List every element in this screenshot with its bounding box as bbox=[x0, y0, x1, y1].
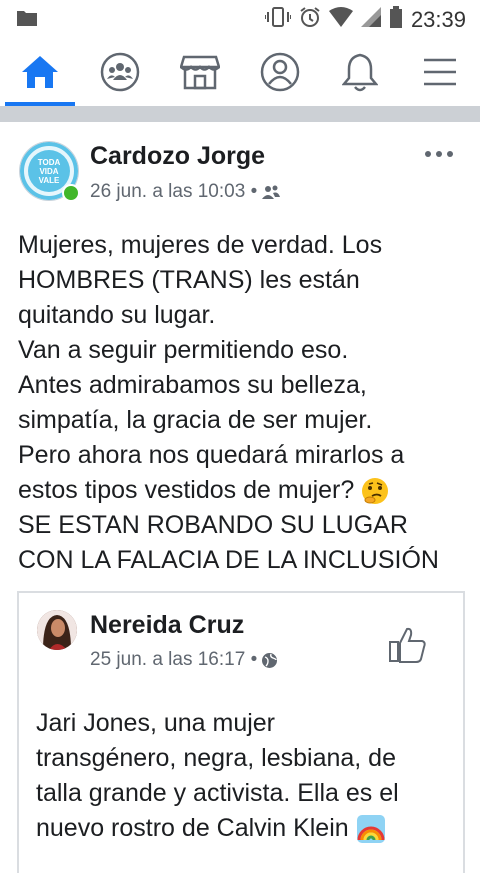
post-text-line: HOMBRES (TRANS) les están bbox=[18, 266, 360, 294]
post-text-line: estos tipos vestidos de mujer? bbox=[18, 473, 468, 508]
post-text-line: Van a seguir permitiendo eso. bbox=[18, 336, 349, 364]
shared-post-author[interactable]: Nereida Cruz bbox=[90, 611, 244, 640]
status-time: 23:39 bbox=[410, 6, 466, 32]
avatar-text-line: VIDA bbox=[39, 167, 58, 176]
shared-text-line: talla grande y activista. Ella es el bbox=[36, 779, 399, 807]
post-text-line: Mujeres, mujeres de verdad. Los bbox=[18, 231, 383, 259]
shared-text-line-content: nuevo rostro de Calvin Klein bbox=[36, 814, 349, 842]
post-text-line: quitando su lugar. bbox=[18, 301, 216, 329]
nav-menu[interactable] bbox=[400, 38, 480, 106]
post-text: Mujeres, mujeres de verdad. Los HOMBRES … bbox=[18, 228, 468, 578]
nav-marketplace[interactable] bbox=[160, 38, 240, 106]
status-bar: 23:39 bbox=[0, 0, 480, 38]
menu-icon bbox=[424, 58, 456, 86]
post-text-line: CON LA FALACIA DE LA INCLUSIÓN bbox=[18, 546, 439, 574]
shared-post-timestamp[interactable]: 25 jun. a las 16:17 • bbox=[90, 649, 257, 671]
wifi-icon bbox=[328, 7, 353, 32]
nav-groups[interactable] bbox=[80, 38, 160, 106]
marketplace-icon bbox=[180, 55, 220, 90]
shared-post-meta: 25 jun. a las 16:17 • bbox=[90, 649, 278, 671]
friends-audience-icon bbox=[262, 185, 281, 199]
post-timestamp[interactable]: 26 jun. a las 10:03 • bbox=[90, 181, 257, 203]
post-text-line: SE ESTAN ROBANDO SU LUGAR bbox=[18, 511, 408, 539]
profile-icon bbox=[260, 52, 300, 92]
avatar-text-line: TODA bbox=[38, 158, 61, 167]
post-text-line: simpatía, la gracia de ser mujer. bbox=[18, 406, 373, 434]
feed-divider bbox=[0, 106, 480, 122]
nav-profile[interactable] bbox=[240, 38, 320, 106]
shared-author-avatar[interactable] bbox=[37, 610, 77, 650]
battery-icon bbox=[389, 6, 403, 33]
shared-text-line: Jari Jones, una mujer bbox=[36, 709, 276, 737]
home-icon bbox=[22, 56, 58, 88]
post-text-line: Antes admirabamos su belleza, bbox=[18, 371, 367, 399]
folder-icon bbox=[16, 9, 38, 32]
alarm-icon bbox=[299, 6, 321, 33]
post-text-line: Pero ahora nos quedará mirarlos a bbox=[18, 441, 405, 469]
top-nav bbox=[0, 38, 480, 106]
shared-text-line: transgénero, negra, lesbiana, de bbox=[36, 744, 396, 772]
thinking-face-emoji-icon bbox=[362, 478, 389, 505]
nav-home[interactable] bbox=[0, 38, 80, 106]
post-meta: 26 jun. a las 10:03 • bbox=[90, 181, 281, 203]
groups-icon bbox=[100, 52, 140, 92]
nav-notifications[interactable] bbox=[320, 38, 400, 106]
post-text-line-content: estos tipos vestidos de mujer? bbox=[18, 476, 355, 504]
online-status-dot bbox=[62, 184, 80, 202]
post-author[interactable]: Cardozo Jorge bbox=[90, 142, 265, 171]
more-options-button[interactable] bbox=[424, 146, 454, 157]
more-dots-icon bbox=[425, 151, 453, 157]
shared-post-text: Jari Jones, una mujer transgénero, negra… bbox=[36, 706, 446, 846]
avatar-text-line: VALE bbox=[39, 176, 60, 185]
signal-icon bbox=[360, 7, 381, 32]
thumbs-up-icon bbox=[389, 627, 426, 663]
bell-icon bbox=[342, 53, 378, 92]
rainbow-emoji-icon bbox=[356, 815, 385, 844]
shared-text-line: nuevo rostro de Calvin Klein bbox=[36, 811, 446, 846]
vibrate-icon bbox=[263, 6, 292, 33]
like-button[interactable] bbox=[388, 626, 428, 669]
public-globe-icon bbox=[262, 652, 278, 668]
